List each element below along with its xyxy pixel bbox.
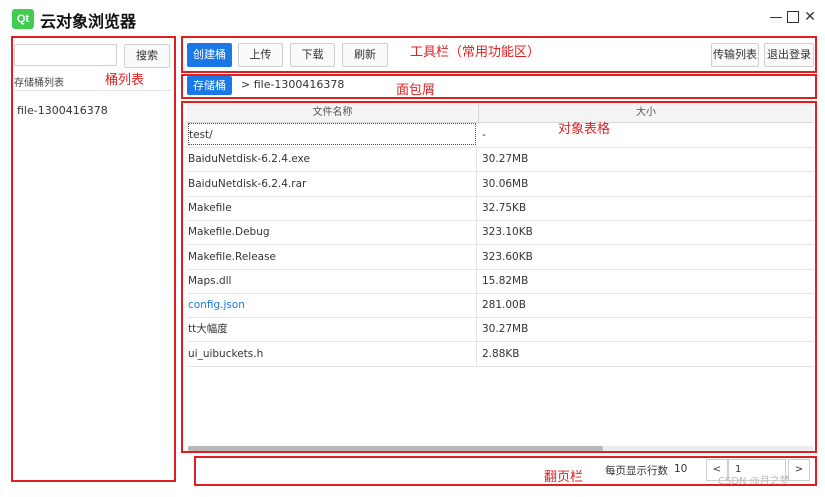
pager-annotation-label: 翻页栏 [544,470,584,485]
breadcrumb-annotation-label: 面包屑 [396,83,436,98]
qt-logo-icon: Qt [12,9,34,29]
object-table-annotation-box [181,101,817,453]
title-bar: Qt 云对象浏览器 ✕ [0,0,825,36]
bucket-list-annotation-label: 桶列表 [105,73,145,88]
pager-annotation-box [194,456,817,486]
object-table-annotation-label: 对象表格 [558,122,611,137]
app-window: Qt 云对象浏览器 ✕ 搜索 存储桶列表 file-1300416378 创建桶… [0,0,825,497]
window-title: 云对象浏览器 [40,12,137,31]
bucket-list-annotation-box [11,36,176,482]
maximize-icon[interactable] [786,10,800,24]
minimize-icon[interactable] [769,10,783,24]
breadcrumb-annotation-box [181,74,817,99]
close-icon[interactable]: ✕ [803,10,817,24]
toolbar-annotation-label: 工具栏（常用功能区） [410,45,541,60]
